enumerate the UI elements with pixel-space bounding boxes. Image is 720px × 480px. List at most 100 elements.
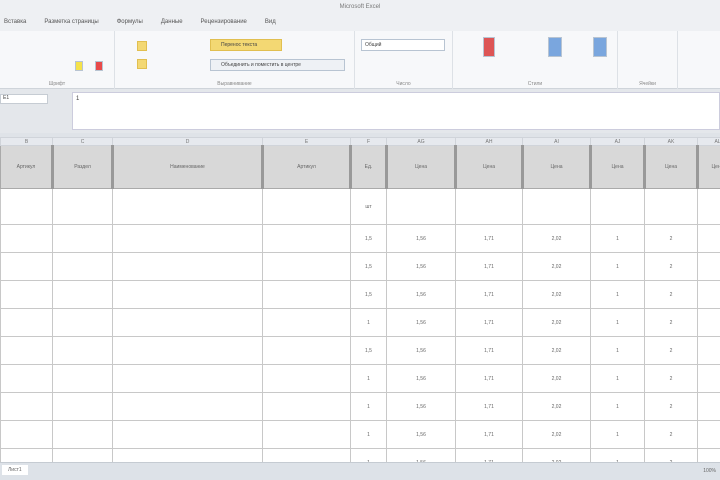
row-cell[interactable]: 2,02 xyxy=(522,448,591,462)
row-cell[interactable]: 1 xyxy=(350,392,387,421)
row-cell[interactable]: 1,5 xyxy=(350,336,387,365)
row-cell[interactable]: 1,71 xyxy=(455,224,523,253)
row-cell[interactable] xyxy=(697,280,720,309)
sheet-tab[interactable]: Лист1 xyxy=(2,465,28,475)
merge-center-button[interactable]: Объединить и поместить в центре xyxy=(210,59,345,71)
row-cell[interactable] xyxy=(52,336,113,365)
conditional-format-icon[interactable] xyxy=(483,37,495,57)
row-cell[interactable] xyxy=(697,364,720,393)
row-cell[interactable]: 2 xyxy=(644,308,698,337)
row-cell[interactable] xyxy=(697,336,720,365)
row-cell[interactable] xyxy=(52,224,113,253)
row-cell[interactable] xyxy=(262,308,351,337)
highlight-icon[interactable] xyxy=(75,61,83,71)
tab-4[interactable]: Рецензирование xyxy=(201,14,247,31)
desc-cell[interactable] xyxy=(697,188,720,225)
row-cell[interactable]: 2 xyxy=(644,252,698,281)
desc-cell[interactable]: шт xyxy=(350,188,387,225)
row-cell[interactable]: 1,71 xyxy=(455,308,523,337)
head-cell[interactable]: Цена xyxy=(697,145,720,189)
row-cell[interactable] xyxy=(112,420,263,449)
tab-2[interactable]: Формулы xyxy=(117,14,143,31)
row-cell[interactable] xyxy=(0,448,53,462)
desc-cell[interactable] xyxy=(522,188,591,225)
tab-0[interactable]: Вставка xyxy=(4,14,26,31)
row-cell[interactable] xyxy=(262,448,351,462)
row-cell[interactable]: 1,71 xyxy=(455,364,523,393)
cell-styles-icon[interactable] xyxy=(593,37,607,57)
letters-cell[interactable]: E xyxy=(262,137,351,146)
row-cell[interactable] xyxy=(262,364,351,393)
font-color-icon[interactable] xyxy=(95,61,103,71)
desc-cell[interactable] xyxy=(455,188,523,225)
row-cell[interactable] xyxy=(697,308,720,337)
row-cell[interactable]: 2 xyxy=(644,420,698,449)
row-cell[interactable]: 1 xyxy=(350,420,387,449)
row-cell[interactable]: 1,71 xyxy=(455,280,523,309)
row-cell[interactable]: 1,56 xyxy=(386,308,456,337)
row-cell[interactable]: 2,02 xyxy=(522,392,591,421)
row-cell[interactable]: 1,56 xyxy=(386,252,456,281)
row-cell[interactable]: 2 xyxy=(644,448,698,462)
row-cell[interactable]: 1,71 xyxy=(455,252,523,281)
row-cell[interactable]: 2,02 xyxy=(522,364,591,393)
letters-cell[interactable]: AK xyxy=(644,137,698,146)
row-cell[interactable] xyxy=(112,448,263,462)
row-cell[interactable]: 1 xyxy=(590,420,645,449)
row-cell[interactable] xyxy=(0,336,53,365)
spreadsheet-grid[interactable]: B C D E F AG AH AI AJ AK AL Артикул Раздел Наименован… xyxy=(0,137,720,462)
row-cell[interactable]: 1 xyxy=(590,252,645,281)
head-cell[interactable]: Раздел xyxy=(52,145,114,189)
row-cell[interactable]: 2 xyxy=(644,280,698,309)
row-cell[interactable]: 1,56 xyxy=(386,448,456,462)
row-cell[interactable] xyxy=(112,308,263,337)
row-cell[interactable] xyxy=(112,364,263,393)
align-middle-icon[interactable] xyxy=(137,59,147,69)
letters-cell[interactable]: AL xyxy=(697,137,720,146)
row-cell[interactable] xyxy=(52,364,113,393)
row-cell[interactable] xyxy=(52,308,113,337)
letters-cell[interactable]: AJ xyxy=(590,137,645,146)
row-cell[interactable] xyxy=(112,280,263,309)
row-cell[interactable]: 2,02 xyxy=(522,252,591,281)
head-cell[interactable]: Цена xyxy=(590,145,646,189)
head-cell[interactable]: Артикул xyxy=(262,145,352,189)
row-cell[interactable] xyxy=(112,336,263,365)
name-box[interactable]: E1 xyxy=(0,94,48,104)
row-cell[interactable]: 2 xyxy=(644,392,698,421)
row-cell[interactable] xyxy=(0,308,53,337)
row-cell[interactable]: 2,02 xyxy=(522,280,591,309)
row-cell[interactable]: 2,02 xyxy=(522,308,591,337)
row-cell[interactable]: 1,71 xyxy=(455,336,523,365)
row-cell[interactable]: 1 xyxy=(590,448,645,462)
row-cell[interactable] xyxy=(262,280,351,309)
letters-cell[interactable]: AI xyxy=(522,137,591,146)
row-cell[interactable]: 1 xyxy=(350,364,387,393)
row-cell[interactable]: 2 xyxy=(644,224,698,253)
row-cell[interactable]: 1,56 xyxy=(386,420,456,449)
row-cell[interactable] xyxy=(262,336,351,365)
row-cell[interactable] xyxy=(697,252,720,281)
head-cell[interactable]: Ед. xyxy=(350,145,388,189)
row-cell[interactable] xyxy=(0,420,53,449)
row-cell[interactable] xyxy=(697,224,720,253)
row-cell[interactable] xyxy=(0,280,53,309)
tab-1[interactable]: Разметка страницы xyxy=(44,14,98,31)
row-cell[interactable]: 1 xyxy=(590,392,645,421)
formula-input[interactable]: 1 xyxy=(72,92,720,130)
row-cell[interactable]: 1 xyxy=(590,224,645,253)
row-cell[interactable] xyxy=(112,224,263,253)
row-cell[interactable]: 1,5 xyxy=(350,252,387,281)
desc-cell[interactable] xyxy=(386,188,456,225)
row-cell[interactable]: 1 xyxy=(350,448,387,462)
row-cell[interactable] xyxy=(52,392,113,421)
row-cell[interactable]: 1 xyxy=(590,364,645,393)
head-cell[interactable]: Цена xyxy=(386,145,457,189)
format-table-icon[interactable] xyxy=(548,37,562,57)
desc-cell[interactable] xyxy=(112,188,263,225)
row-cell[interactable]: 1,56 xyxy=(386,392,456,421)
row-cell[interactable] xyxy=(0,252,53,281)
row-cell[interactable]: 1 xyxy=(590,308,645,337)
row-cell[interactable] xyxy=(0,392,53,421)
row-cell[interactable]: 2 xyxy=(644,336,698,365)
